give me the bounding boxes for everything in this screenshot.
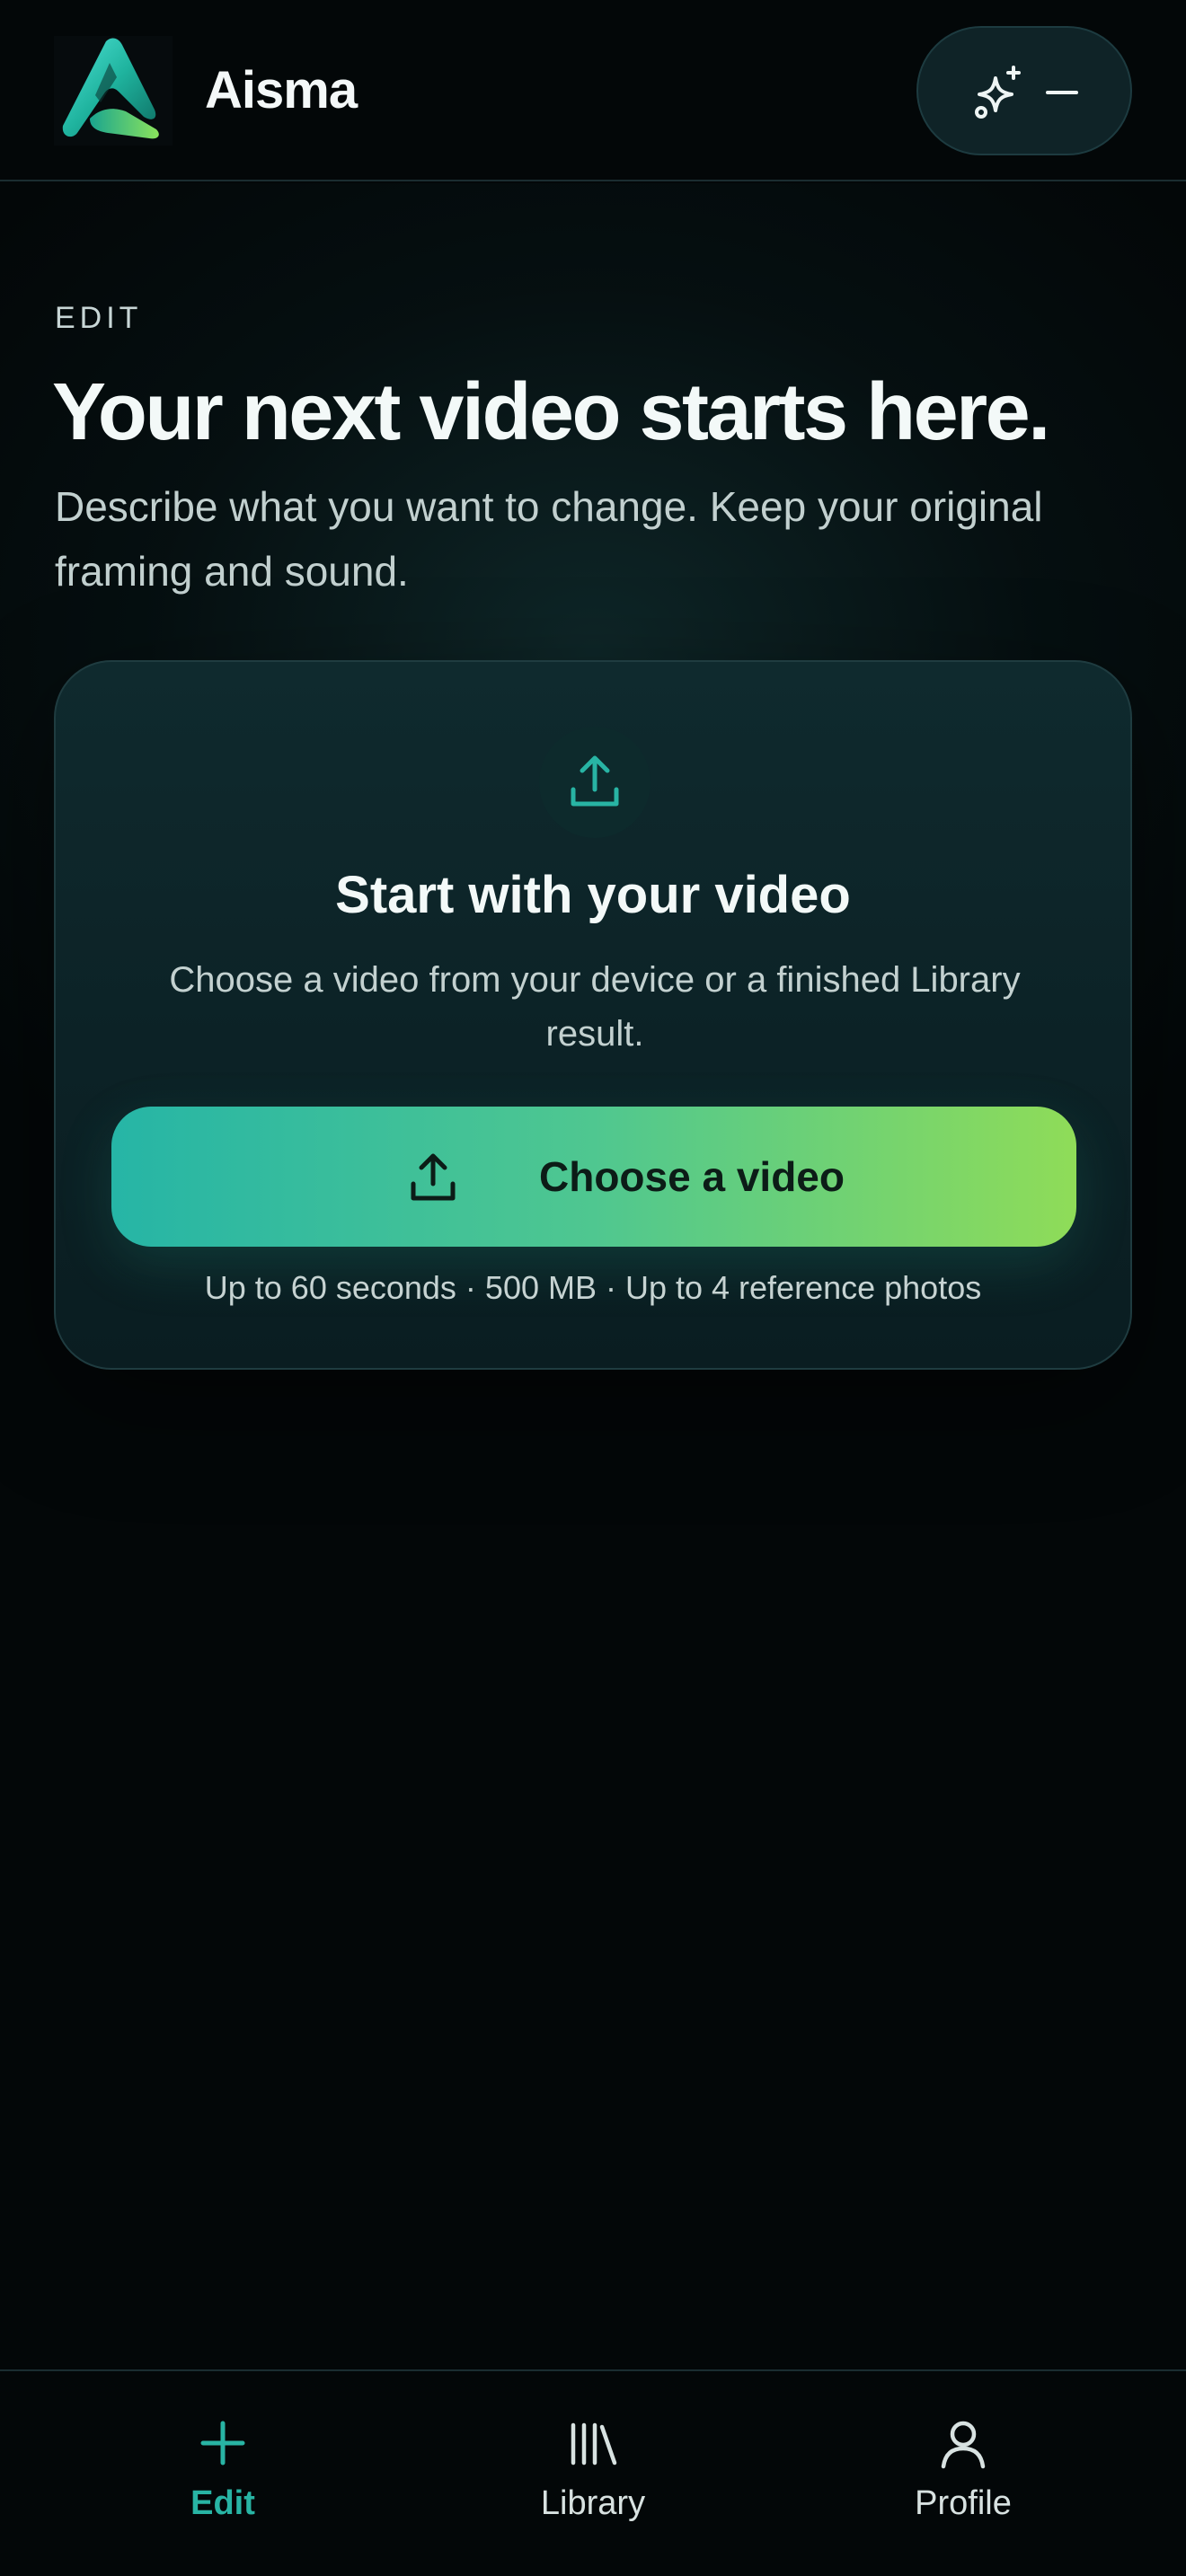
upload-icon <box>411 1153 456 1201</box>
upload-card-description: Choose a video from your device or a fin… <box>169 960 1021 1054</box>
upload-icon <box>539 727 651 838</box>
tab-edit[interactable]: Edit <box>88 2371 358 2551</box>
edit-screen: EDIT Your next video starts here. Descri… <box>0 183 1186 2369</box>
upload-card: Start with your video Choose a video fro… <box>54 660 1132 1370</box>
aisma-logo-icon[interactable] <box>54 36 173 146</box>
tab-library[interactable]: Library <box>458 2371 728 2551</box>
page-subtitle: Describe what you want to change. Keep y… <box>55 483 1043 595</box>
tab-profile-label: Profile <box>915 2484 1012 2522</box>
ai-menu-button[interactable] <box>916 26 1132 155</box>
choose-video-label: Choose a video <box>539 1153 845 1200</box>
top-bar: Aisma <box>0 0 1186 181</box>
library-icon <box>571 2422 617 2466</box>
section-eyebrow: EDIT <box>55 301 143 335</box>
tab-profile[interactable]: Profile <box>828 2371 1098 2551</box>
minus-icon <box>1046 91 1078 94</box>
app-screen: Aisma EDIT Your next video starts here. … <box>0 0 1186 2576</box>
tab-edit-label: Edit <box>190 2484 255 2522</box>
upload-limits: Up to 60 seconds · 500 MB · Up to 4 refe… <box>204 1269 982 1306</box>
bottom-nav: Edit Library Profile <box>0 2369 1186 2576</box>
tab-library-label: Library <box>540 2484 646 2522</box>
plus-icon <box>200 2421 245 2466</box>
user-icon <box>941 2421 986 2469</box>
sparkle-icon <box>975 66 1021 119</box>
page-title: Your next video starts here. <box>52 367 1050 457</box>
app-name: Aisma <box>205 61 358 119</box>
choose-video-button[interactable]: Choose a video <box>111 1107 1076 1247</box>
upload-card-title: Start with your video <box>335 866 851 924</box>
